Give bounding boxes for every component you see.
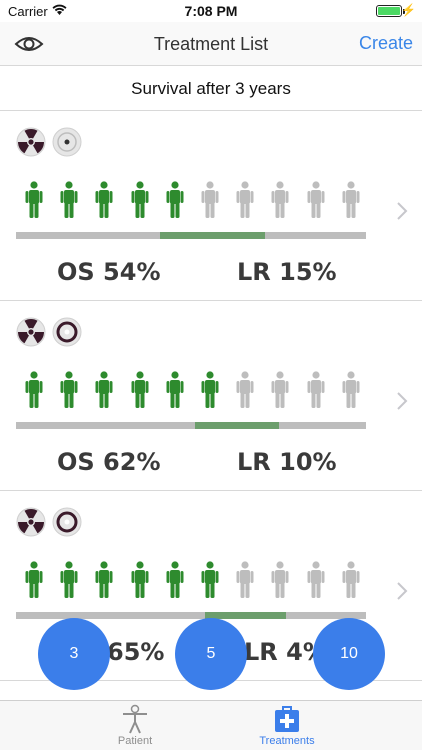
inactive-person-icon (271, 181, 289, 218)
survivor-person-icon (166, 561, 184, 598)
survivor-person-icon (166, 181, 184, 218)
survivor-person-icon (131, 181, 149, 218)
tab-patient[interactable]: Patient (95, 701, 175, 750)
inactive-person-icon (342, 181, 360, 218)
survivor-person-icon (95, 181, 113, 218)
create-button[interactable]: Create (359, 33, 413, 54)
tab-patient-label: Patient (117, 735, 153, 747)
status-bar: Carrier 7:08 PM ⚡ (0, 0, 422, 22)
inactive-person-icon (342, 561, 360, 598)
survivor-person-icon (60, 181, 78, 218)
survivor-person-icon (131, 371, 149, 408)
chevron-right-icon (397, 202, 408, 220)
survivor-person-icon (131, 561, 149, 598)
inactive-person-icon (342, 371, 360, 408)
survivor-person-icon (95, 561, 113, 598)
inactive-person-icon (271, 371, 289, 408)
radiation-icon (16, 127, 46, 157)
target-icon (52, 317, 82, 347)
navigation-bar: Treatment List Create (0, 22, 422, 66)
chevron-right-icon (397, 582, 408, 600)
survival-pictogram (20, 181, 370, 219)
medical-kit-icon (275, 706, 299, 732)
section-title: Survival after 3 years (131, 79, 291, 98)
inactive-person-icon (236, 561, 254, 598)
overall-survival-label: OS 62% (57, 448, 161, 476)
inactive-person-icon (307, 371, 325, 408)
battery-level (378, 7, 400, 15)
local-recurrence-label: LR 10% (237, 448, 337, 476)
radiation-icon (16, 317, 46, 347)
overall-survival-label: OS 54% (57, 258, 161, 286)
survivor-person-icon (25, 371, 43, 408)
survivor-person-icon (166, 371, 184, 408)
charging-icon: ⚡ (401, 3, 416, 17)
inactive-person-icon (201, 181, 219, 218)
inactive-person-icon (271, 561, 289, 598)
range-highlight (194, 422, 279, 429)
target-icon (52, 507, 82, 537)
survivor-person-icon (95, 371, 113, 408)
range-bar (16, 232, 366, 239)
radiation-icon (16, 507, 46, 537)
range-bar (16, 422, 366, 429)
overall-survival-label: 65% (107, 638, 165, 666)
inactive-person-icon (307, 561, 325, 598)
section-header: Survival after 3 years (0, 66, 422, 111)
tab-bar: Patient Treatments (0, 700, 422, 750)
status-time: 7:08 PM (184, 3, 238, 19)
treatment-row[interactable]: OS 62% LR 10% (0, 301, 422, 491)
survival-pictogram (20, 371, 370, 409)
person-icon (123, 704, 147, 734)
tab-treatments-label: Treatments (259, 735, 315, 747)
inactive-person-icon (236, 181, 254, 218)
fab-5-button[interactable]: 5 (175, 618, 247, 690)
survivor-person-icon (25, 561, 43, 598)
survivor-person-icon (201, 561, 219, 598)
target-icon (52, 127, 82, 157)
survivor-person-icon (25, 181, 43, 218)
range-highlight (159, 232, 265, 239)
survivor-person-icon (60, 561, 78, 598)
survivor-person-icon (201, 371, 219, 408)
fab-10-button[interactable]: 10 (313, 618, 385, 690)
fab-3-button[interactable]: 3 (38, 618, 110, 690)
inactive-person-icon (236, 371, 254, 408)
survivor-person-icon (60, 371, 78, 408)
survival-pictogram (20, 561, 370, 599)
local-recurrence-label: LR 15% (237, 258, 337, 286)
battery-icon (376, 5, 405, 17)
treatment-row[interactable]: OS 54% LR 15% (0, 111, 422, 301)
inactive-person-icon (307, 181, 325, 218)
chevron-right-icon (397, 392, 408, 410)
tab-treatments[interactable]: Treatments (247, 701, 327, 750)
